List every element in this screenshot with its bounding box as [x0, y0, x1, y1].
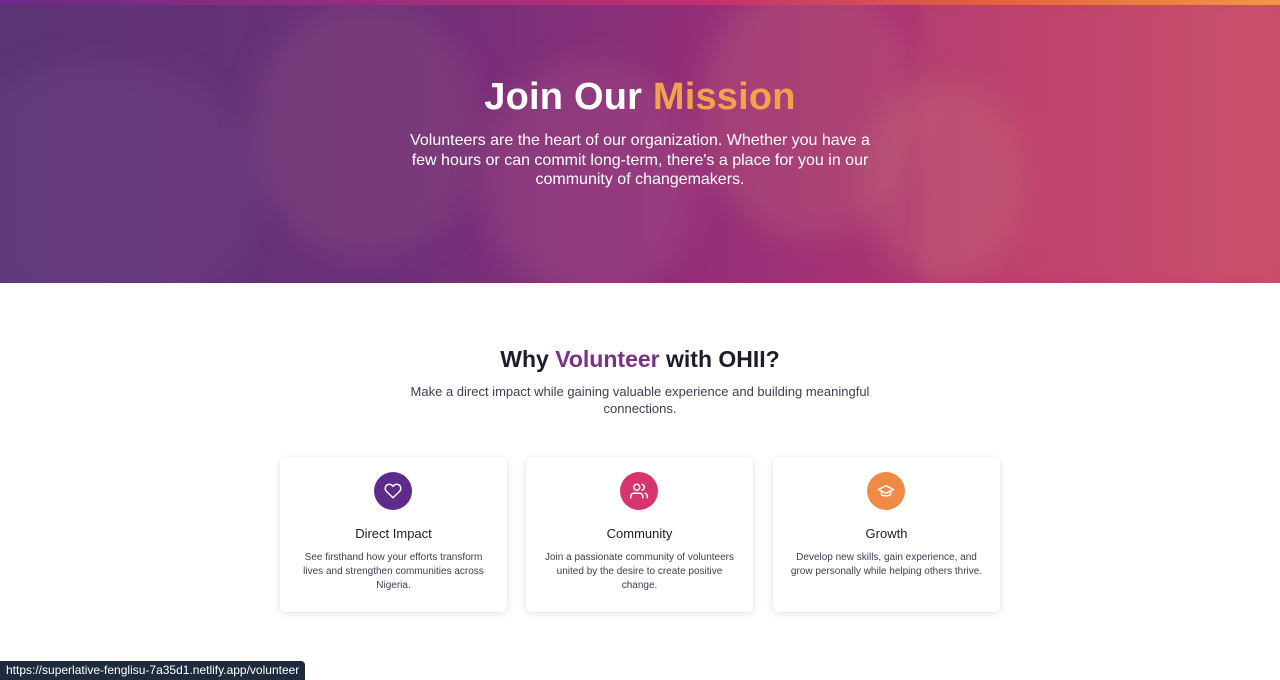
card-title: Growth [865, 526, 908, 541]
benefit-card-growth: Growth Develop new skills, gain experien… [773, 457, 1000, 612]
card-description: Develop new skills, gain experience, and… [790, 552, 983, 577]
card-description: Join a passionate community of volunteer… [545, 552, 734, 591]
heart-icon [374, 472, 412, 510]
hero-title: Join Our Mission [0, 76, 1280, 119]
card-title: Direct Impact [355, 526, 432, 541]
benefit-card-community: Community Join a passionate community of… [526, 457, 753, 612]
section-title-pre: Why [500, 346, 556, 372]
link-preview-statusbar: https://superlative-fenglisu-7a35d1.netl… [0, 661, 306, 680]
section-title-accent: Volunteer [555, 346, 660, 372]
hero-banner: Join Our Mission Volunteers are the hear… [0, 0, 1280, 283]
hero-title-main: Join Our [484, 76, 653, 118]
users-icon [620, 472, 658, 510]
hero-subtitle: Volunteers are the heart of our organiza… [410, 132, 870, 188]
top-gradient-bar [0, 0, 1280, 5]
section-title-post: with OHII? [659, 346, 780, 372]
section-title: Why Volunteer with OHII? [0, 346, 1280, 373]
graduation-cap-icon [867, 472, 905, 510]
card-title: Community [606, 526, 673, 541]
card-description: See firsthand how your efforts transform… [303, 552, 484, 591]
section-subtitle: Make a direct impact while gaining valua… [410, 384, 870, 416]
benefit-card-direct-impact: Direct Impact See firsthand how your eff… [280, 457, 507, 612]
hero-title-accent: Mission [652, 76, 796, 118]
